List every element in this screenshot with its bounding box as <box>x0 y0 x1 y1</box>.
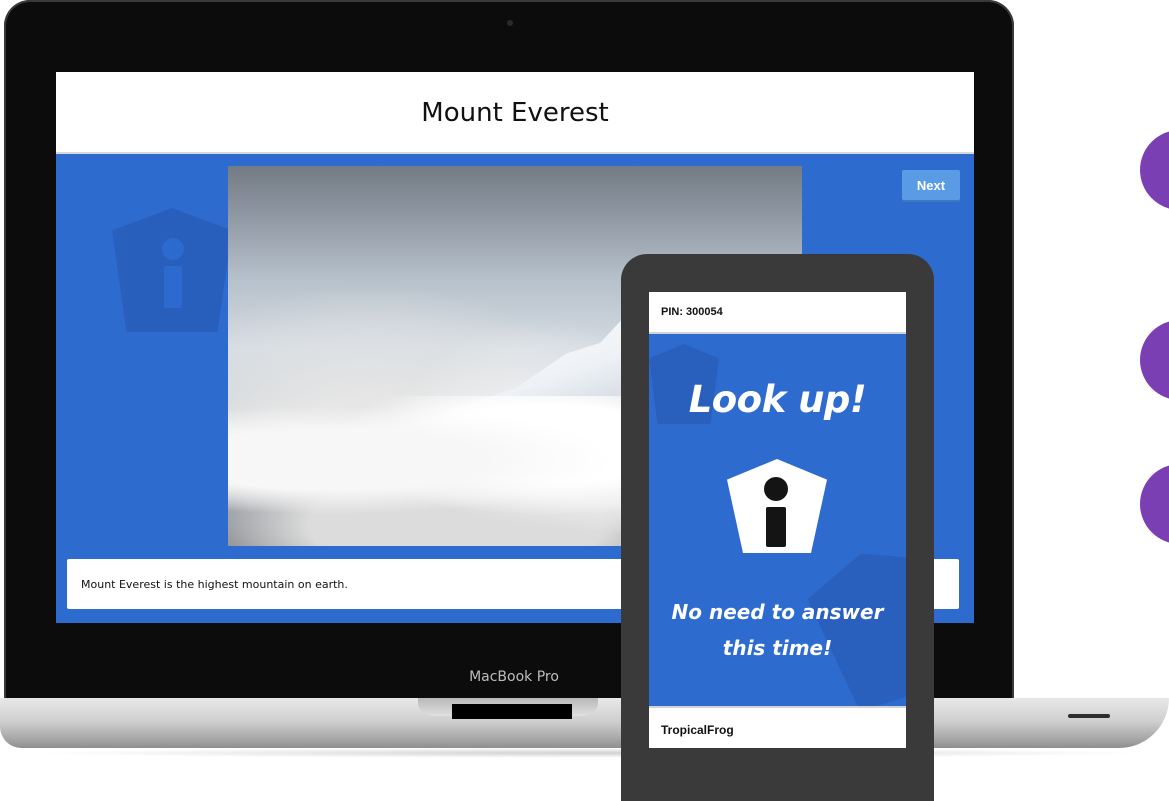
phone-heading: Look up! <box>688 378 867 421</box>
phone-footer: TropicalFrog <box>649 706 906 748</box>
info-icon <box>162 238 184 308</box>
screen-header: Mount Everest <box>56 72 974 154</box>
notch-redaction <box>452 704 572 719</box>
caption-text: Mount Everest is the highest mountain on… <box>81 578 348 591</box>
decorative-dot <box>1140 130 1169 210</box>
info-bg-shape <box>112 208 232 332</box>
phone-message: No need to answer this time! <box>649 594 906 666</box>
laptop-shadow <box>30 748 1150 758</box>
decorative-dot <box>1140 320 1169 400</box>
laptop-brand-label: MacBook Pro <box>469 669 559 685</box>
phone-screen: PIN: 300054 Look up! No need to answer t… <box>649 292 906 748</box>
phone-header: PIN: 300054 <box>649 292 906 334</box>
game-pin: PIN: 300054 <box>661 306 723 318</box>
phone-message-line1: No need to answer <box>671 600 884 624</box>
next-button[interactable]: Next <box>902 170 960 200</box>
laptop-slot <box>1068 714 1110 718</box>
page-title: Mount Everest <box>421 98 609 128</box>
camera-icon <box>507 20 513 26</box>
player-nickname: TropicalFrog <box>661 723 734 737</box>
phone-message-line2: this time! <box>722 636 833 660</box>
info-icon <box>727 459 827 553</box>
decorative-dot <box>1140 464 1169 544</box>
phone-device: PIN: 300054 Look up! No need to answer t… <box>621 254 934 801</box>
